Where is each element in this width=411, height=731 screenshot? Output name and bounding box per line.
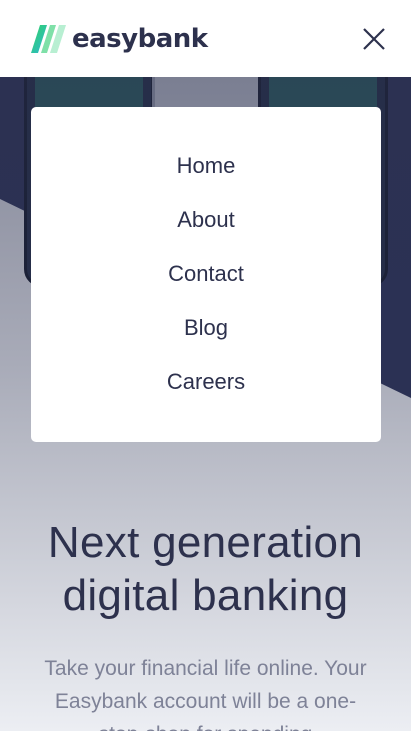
nav-item-home[interactable]: Home (177, 152, 236, 206)
nav-item-contact[interactable]: Contact (168, 260, 244, 314)
nav-item-careers[interactable]: Careers (167, 368, 245, 422)
hero-content: Next generation digital banking Take you… (0, 516, 411, 731)
hero-title: Next generation digital banking (0, 516, 411, 622)
hero-description: Take your financial life online. Your Ea… (44, 657, 367, 731)
logo-text: easybank (72, 23, 208, 54)
nav-item-about[interactable]: About (177, 206, 235, 260)
site-header: easybank (0, 0, 411, 77)
nav-item-blog[interactable]: Blog (184, 314, 228, 368)
logo[interactable]: easybank (30, 24, 208, 54)
mobile-nav-menu: Home About Contact Blog Careers (31, 107, 381, 442)
close-icon (363, 27, 385, 50)
hero-title-line: digital banking (62, 571, 349, 620)
close-menu-button[interactable] (359, 24, 389, 54)
easybank-logo-mark-icon (31, 24, 66, 53)
hero-title-line: Next generation (47, 518, 364, 567)
